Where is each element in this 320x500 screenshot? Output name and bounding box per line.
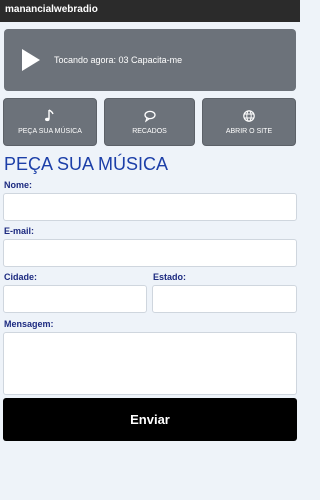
messages-label: RECADOS — [132, 128, 167, 135]
message-field[interactable] — [3, 332, 297, 395]
messages-button[interactable]: RECADOS — [104, 98, 195, 146]
app-title: manancialwebradio — [5, 4, 98, 15]
submit-label: Enviar — [130, 412, 170, 427]
request-song-button[interactable]: PEÇA SUA MÚSICA — [3, 98, 97, 146]
name-field[interactable] — [3, 193, 297, 221]
now-playing-text: Tocando agora: 03 Capacita-me — [54, 55, 183, 65]
email-field[interactable] — [3, 239, 297, 267]
music-note-icon — [4, 109, 96, 123]
message-label: Mensagem: — [4, 319, 54, 329]
open-site-button[interactable]: ABRIR O SITE — [202, 98, 296, 146]
player-bar: Tocando agora: 03 Capacita-me — [4, 29, 296, 91]
globe-icon — [203, 109, 295, 123]
submit-button[interactable]: Enviar — [3, 398, 297, 441]
speech-bubble-icon — [105, 109, 194, 123]
state-label: Estado: — [153, 272, 187, 282]
open-site-label: ABRIR O SITE — [225, 128, 273, 135]
state-field[interactable] — [152, 285, 297, 313]
play-icon[interactable] — [22, 49, 40, 71]
city-field[interactable] — [3, 285, 147, 313]
request-song-label: PEÇA SUA MÚSICA — [18, 128, 82, 135]
name-label: Nome: — [4, 180, 33, 190]
title-bar: manancialwebradio — [0, 0, 300, 22]
email-label: E-mail: — [4, 226, 35, 236]
page-title: PEÇA SUA MÚSICA — [4, 154, 169, 174]
city-label: Cidade: — [4, 272, 38, 282]
